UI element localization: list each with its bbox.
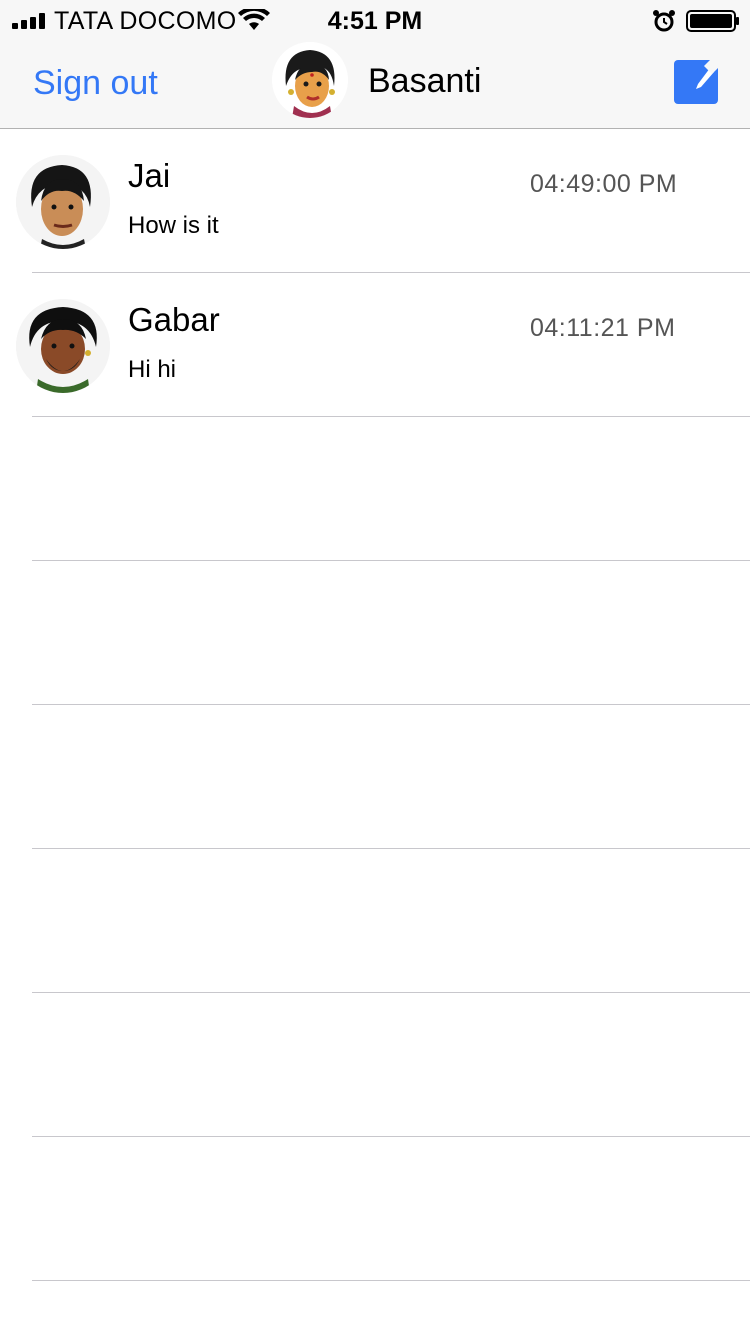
conversation-preview: How is it xyxy=(128,212,219,239)
status-bar: TATA DOCOMO 4:51 PM xyxy=(0,0,750,40)
row-divider xyxy=(32,1280,750,1281)
conversation-list: Jai How is it 04:49:00 PM Gabar Hi hi 04… xyxy=(0,129,750,1281)
empty-row xyxy=(0,1137,750,1281)
empty-row xyxy=(0,993,750,1137)
gabar-avatar-icon xyxy=(16,299,110,393)
gabar-avatar xyxy=(16,299,110,393)
conversation-time: 04:49:00 PM xyxy=(530,170,678,198)
conversation-name: Gabar xyxy=(128,301,220,338)
status-time: 4:51 PM xyxy=(327,7,423,35)
basanti-avatar-icon xyxy=(272,42,348,118)
jai-avatar-icon xyxy=(16,155,110,249)
jai-avatar xyxy=(16,155,110,249)
alarm-icon xyxy=(653,10,675,32)
nav-title: Basanti xyxy=(368,62,482,100)
conversation-time: 04:11:21 PM xyxy=(530,314,676,342)
empty-row xyxy=(0,705,750,849)
conversation-row-gabar[interactable]: Gabar Hi hi 04:11:21 PM xyxy=(0,273,750,417)
battery-icon xyxy=(686,10,739,32)
empty-row xyxy=(0,561,750,705)
user-avatar[interactable] xyxy=(272,42,348,118)
nav-bar: Sign out Basanti xyxy=(0,40,750,129)
conversation-row-jai[interactable]: Jai How is it 04:49:00 PM xyxy=(0,129,750,273)
empty-row xyxy=(0,417,750,561)
conversation-name: Jai xyxy=(128,157,171,194)
empty-row xyxy=(0,849,750,993)
conversation-preview: Hi hi xyxy=(128,356,177,383)
sign-out-button[interactable]: Sign out xyxy=(33,64,158,103)
compose-icon[interactable] xyxy=(674,60,718,104)
